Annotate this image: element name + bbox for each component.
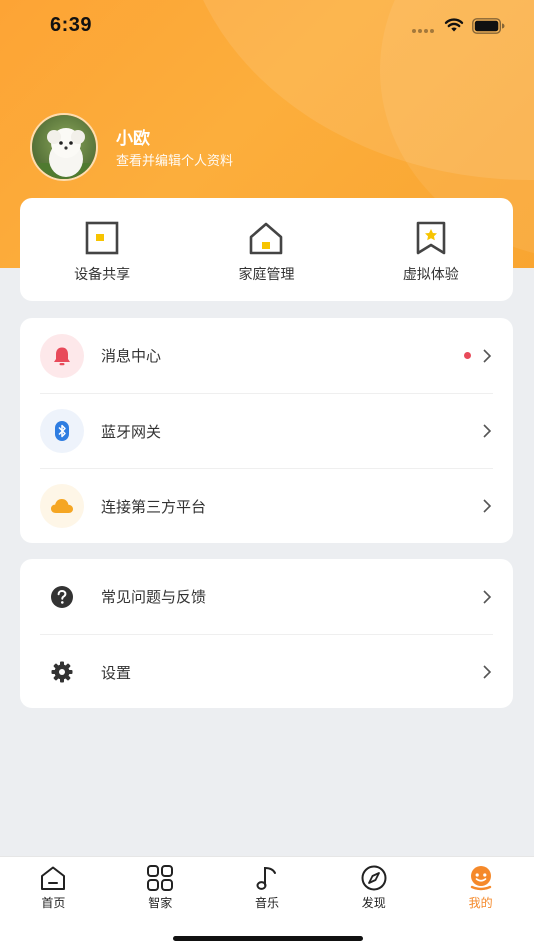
virtual-experience-icon xyxy=(416,221,446,255)
wifi-icon xyxy=(444,18,464,32)
device-share-label: 设备共享 xyxy=(74,267,131,283)
edit-profile-link[interactable]: 查看并编辑个人资料 xyxy=(116,150,233,169)
chevron-right-icon xyxy=(483,665,492,679)
menu-group-primary: 消息中心 蓝牙网关 连接第三方平台 xyxy=(20,318,513,543)
tab-profile-label: 我的 xyxy=(468,896,493,910)
status-time: 6:39 xyxy=(50,14,93,36)
menu-group-secondary: 常见问题与反馈 设置 xyxy=(20,559,513,708)
quick-actions-card: 设备共享 家庭管理 虚拟体验 xyxy=(20,198,513,301)
chevron-right-icon xyxy=(483,589,492,604)
home-icon xyxy=(41,866,66,890)
bluetooth-icon xyxy=(40,409,84,453)
home-indicator xyxy=(173,936,363,941)
tab-home-label: 首页 xyxy=(41,896,66,910)
smart-home-grid-icon xyxy=(147,865,174,891)
device-share-icon xyxy=(85,221,119,255)
battery-icon xyxy=(472,18,505,34)
tab-profile[interactable]: 我的 xyxy=(427,857,534,950)
bell-icon xyxy=(40,333,84,378)
tab-music-label: 音乐 xyxy=(254,896,279,910)
bluetooth-gateway-item[interactable]: 蓝牙网关 xyxy=(40,393,493,468)
tab-home[interactable]: 首页 xyxy=(0,857,107,950)
music-note-icon xyxy=(256,866,276,890)
settings-label: 设置 xyxy=(101,663,132,682)
faq-feedback-item[interactable]: 常见问题与反馈 xyxy=(40,559,493,634)
message-center-item[interactable]: 消息中心 xyxy=(40,318,493,393)
chevron-right-icon xyxy=(483,348,492,363)
bluetooth-gateway-label: 蓝牙网关 xyxy=(101,422,162,441)
home-management-label: 家庭管理 xyxy=(238,267,295,283)
settings-gear-icon xyxy=(40,650,84,694)
profile-icon xyxy=(470,866,491,891)
third-party-platform-item[interactable]: 连接第三方平台 xyxy=(40,468,493,543)
faq-feedback-label: 常见问题与反馈 xyxy=(101,588,207,606)
home-management-icon xyxy=(250,222,283,255)
profile-name[interactable]: 小欧 xyxy=(116,124,150,149)
virtual-experience-button[interactable]: 虚拟体验 xyxy=(349,198,513,301)
device-share-button[interactable]: 设备共享 xyxy=(20,198,184,301)
cloud-icon xyxy=(40,484,84,528)
avatar[interactable] xyxy=(30,113,98,181)
third-party-platform-label: 连接第三方平台 xyxy=(101,497,207,516)
status-bar: 6:39 xyxy=(0,0,534,54)
message-center-label: 消息中心 xyxy=(101,347,162,365)
settings-item[interactable]: 设置 xyxy=(40,634,493,709)
compass-icon xyxy=(361,865,387,891)
unread-badge xyxy=(464,352,471,359)
tab-smart-home-label: 智家 xyxy=(148,896,173,910)
help-icon xyxy=(40,575,84,619)
chevron-right-icon xyxy=(483,424,492,438)
virtual-experience-label: 虚拟体验 xyxy=(402,267,459,283)
tab-discover-label: 发现 xyxy=(361,896,386,910)
home-management-button[interactable]: 家庭管理 xyxy=(184,198,348,301)
chevron-right-icon xyxy=(483,499,492,513)
cellular-signal-icon xyxy=(412,29,434,33)
